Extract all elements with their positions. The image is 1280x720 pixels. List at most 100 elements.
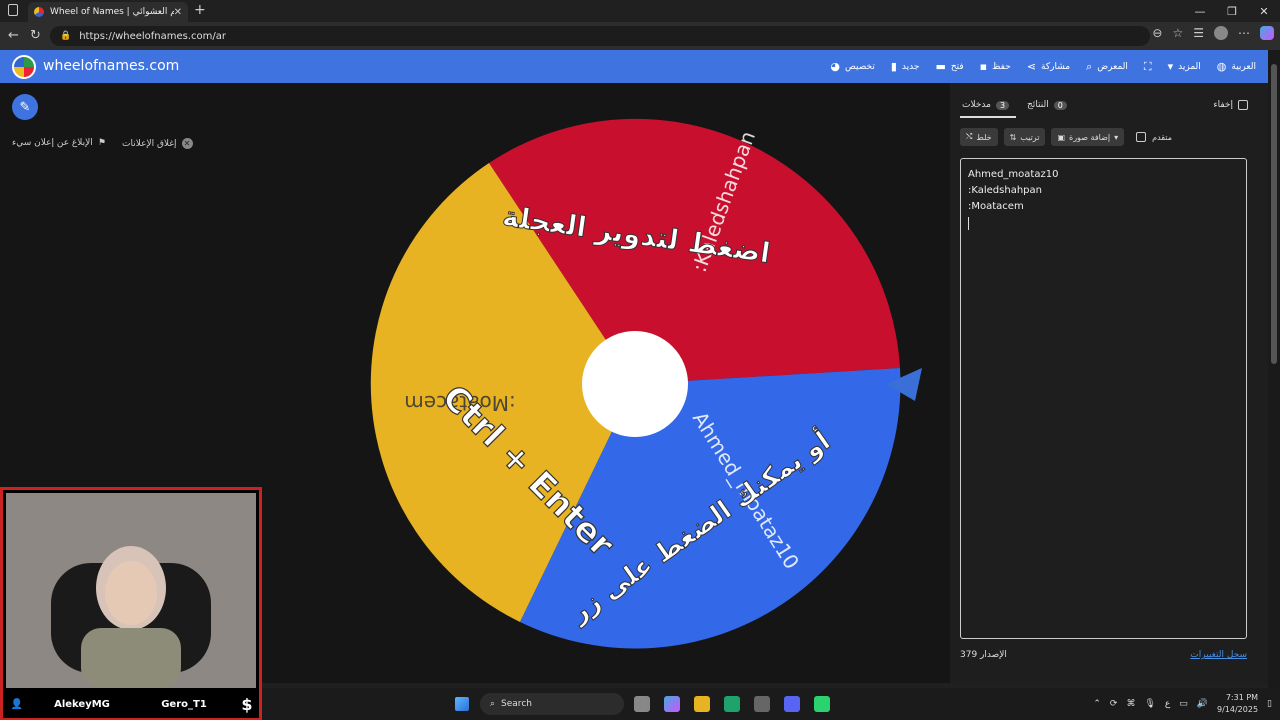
menu-item-save[interactable]: ▪ حفظ — [980, 60, 1011, 73]
hide-toggle[interactable]: إخفاء — [1213, 100, 1248, 110]
shuffle-label: خلط — [976, 132, 992, 142]
discord-icon[interactable] — [784, 696, 800, 712]
palette-icon: ◕ — [830, 60, 840, 73]
task-view-icon[interactable] — [634, 696, 650, 712]
entries-toolbar: ⤭ خلط ⇅ ترتيب ▣ إضافة صورة ▾ متقدم — [960, 128, 1172, 146]
menu-item-more[interactable]: ▾ المزيد — [1168, 60, 1201, 73]
edit-pencil-button[interactable]: ✎ — [12, 94, 38, 120]
mic-icon[interactable]: 🎙 — [1144, 699, 1155, 709]
menu-item-gallery[interactable]: ⌕ المعرض — [1086, 60, 1128, 74]
sort-button[interactable]: ⇅ ترتيب — [1003, 128, 1046, 146]
tab-title: Wheel of Names | الاسم العشوائي — [50, 7, 174, 17]
sync-icon[interactable]: ⟳ — [1110, 699, 1118, 709]
sidebar-toggle-icon[interactable] — [8, 4, 18, 16]
taskbar-search-label: Search — [501, 699, 532, 709]
scrollbar-thumb[interactable] — [1271, 64, 1277, 364]
url-field[interactable]: 🔒 https://wheelofnames.com/ar — [50, 26, 1150, 46]
report-ad-label: الإبلاغ عن إعلان سيء — [12, 138, 93, 148]
clock-date: 9/14/2025 — [1217, 705, 1259, 714]
tab-entries-label: مدخلات — [962, 100, 991, 110]
close-window-icon[interactable]: ✕ — [1248, 0, 1280, 22]
minimize-icon[interactable]: — — [1184, 0, 1216, 22]
tab-entries[interactable]: مدخلات 3 — [962, 100, 1010, 110]
menu-dots-icon[interactable]: ⋯ — [1238, 26, 1250, 40]
entry-line: :Kaledshahpan — [968, 185, 1042, 196]
add-image-button[interactable]: ▣ إضافة صورة ▾ — [1051, 128, 1125, 146]
webcam-person-image — [6, 493, 256, 688]
tab-results[interactable]: النتائج 0 — [1027, 100, 1067, 110]
browser-tab-strip: Wheel of Names | الاسم العشوائي ✕ + — ❐ … — [0, 0, 1280, 22]
window-controls: — ❐ ✕ — [1184, 0, 1280, 22]
app-icon[interactable] — [814, 696, 830, 712]
address-bar: ← ↻ 🔒 https://wheelofnames.com/ar ⊖ ☆ ☰ … — [0, 22, 1280, 50]
language-indicator-icon[interactable]: ع — [1165, 699, 1170, 709]
clock[interactable]: 7:31 PM 9/14/2025 — [1217, 692, 1258, 716]
close-ads-link[interactable]: إغلاق الإعلانات ✕ — [122, 138, 193, 149]
advanced-label: متقدم — [1152, 132, 1173, 142]
menu-item-fullscreen[interactable]: ⛶ — [1144, 60, 1152, 74]
menu-item-language[interactable]: ◍ العربية — [1217, 60, 1256, 73]
person-icon: 👤 — [10, 698, 24, 710]
system-tray: ⌃ ⟳ ⌘ 🎙 ع ▭ 🔊 7:31 PM 9/14/2025 ▯ — [1093, 692, 1272, 716]
close-tab-icon[interactable]: ✕ — [174, 7, 182, 18]
taskbar-apps — [634, 696, 830, 712]
menu-item-customize[interactable]: ◕ تخصيص — [830, 60, 874, 73]
display-icon[interactable]: ▭ — [1179, 699, 1188, 709]
menu-item-open[interactable]: ▬ فتح — [935, 60, 963, 73]
chevron-up-icon[interactable]: ⌃ — [1093, 699, 1101, 709]
notification-icon[interactable]: ▯ — [1267, 699, 1272, 709]
close-ads-label: إغلاق الإعلانات — [122, 138, 177, 149]
shuffle-button[interactable]: ⤭ خلط — [960, 128, 998, 146]
search-icon: ⌕ — [1086, 59, 1093, 73]
share-icon: ⋖ — [1026, 60, 1037, 73]
windows-taskbar: ⌕ Search ⌃ ⟳ ⌘ 🎙 ع ▭ 🔊 7:31 PM 9/14/2025… — [262, 688, 1280, 720]
search-icon: ⌕ — [490, 699, 496, 709]
globe-icon: ◍ — [1216, 60, 1227, 73]
panel-tabs: مدخلات 3 النتائج 0 إخفاء — [950, 83, 1268, 123]
webcam-overlay: 👤 AlekeyMG Gero_T1 $ — [0, 487, 262, 720]
page-scrollbar[interactable] — [1268, 50, 1280, 688]
clock-time: 7:31 PM — [1225, 693, 1259, 702]
app-header: wheelofnames.com ◕ تخصيص ▮ جديد ▬ فتح ▪ حفظ … — [0, 50, 1268, 83]
network-icon[interactable]: ⌘ — [1126, 699, 1135, 709]
edge-icon[interactable] — [724, 696, 740, 712]
hide-checkbox[interactable] — [1238, 100, 1248, 110]
reader-icon[interactable]: ⊖ — [1152, 26, 1162, 40]
favorite-star-icon[interactable]: ☆ — [1172, 26, 1183, 40]
refresh-icon[interactable]: ↻ — [30, 28, 41, 43]
maximize-icon[interactable]: ❐ — [1216, 0, 1248, 22]
changelog-link[interactable]: سجل التغييرات — [1190, 650, 1247, 660]
tab-results-label: النتائج — [1027, 100, 1049, 110]
advanced-checkbox[interactable] — [1136, 132, 1147, 142]
add-image-label: إضافة صورة — [1069, 132, 1111, 142]
favorites-icon[interactable]: ☰ — [1193, 26, 1204, 40]
entries-textarea[interactable]: Ahmed_moataz10 :Kaledshahpan :Moatacem — [960, 158, 1247, 639]
profile-icon[interactable] — [1214, 26, 1228, 40]
taskbar-search[interactable]: ⌕ Search — [480, 693, 624, 715]
entry-line: Ahmed_moataz10 — [968, 169, 1059, 180]
hide-label: إخفاء — [1213, 100, 1233, 110]
file-explorer-icon[interactable] — [694, 696, 710, 712]
volume-icon[interactable]: 🔊 — [1197, 699, 1208, 709]
copilot-icon[interactable] — [1260, 26, 1274, 40]
logo-text[interactable]: wheelofnames.com — [43, 58, 179, 74]
new-tab-icon[interactable]: + — [194, 2, 206, 18]
store-icon[interactable] — [754, 696, 770, 712]
menu-item-new[interactable]: ▮ جديد — [891, 60, 920, 73]
menu-item-share[interactable]: ⋖ مشاركة — [1027, 60, 1070, 73]
browser-tab[interactable]: Wheel of Names | الاسم العشوائي ✕ — [28, 2, 188, 22]
shuffle-icon: ⤭ — [966, 132, 973, 141]
wheel-center[interactable] — [582, 331, 688, 437]
wheel-logo-icon[interactable] — [12, 55, 36, 79]
windows-start-icon[interactable] — [455, 697, 469, 711]
copilot-taskbar-icon[interactable] — [664, 696, 680, 712]
entries-count-badge: 3 — [995, 100, 1010, 110]
report-ad-link[interactable]: الإبلاغ عن إعلان سيء ⚑ — [12, 138, 106, 148]
streamer-name-left: AlekeyMG — [54, 698, 110, 710]
back-icon[interactable]: ← — [8, 28, 19, 43]
results-count-badge: 0 — [1053, 100, 1067, 110]
sort-label: ترتيب — [1020, 132, 1040, 142]
dollar-icon: $ — [241, 694, 253, 714]
spinning-wheel[interactable]: :Kaledshahpan Ahmed_moataz10 :Moatacem ا… — [370, 118, 930, 653]
entry-line: :Moatacem — [968, 201, 1024, 212]
